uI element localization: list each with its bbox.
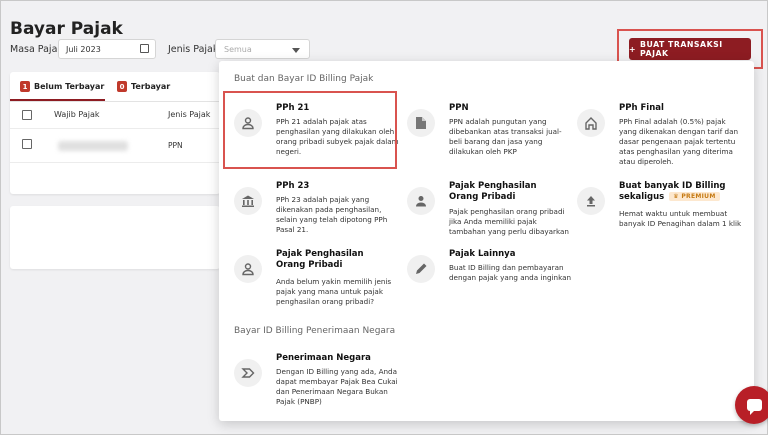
- redacted-taxpayer-name: [58, 141, 128, 151]
- option-title: Pajak Penghasilan Orang Pribadi: [276, 249, 364, 270]
- tab-terbayar[interactable]: 0 Terbayar: [117, 81, 170, 92]
- option-title: Penerimaan Negara: [276, 353, 371, 363]
- tab-label: Belum Terbayar: [34, 82, 105, 91]
- option-title: Pajak Penghasilan Orang Pribadi: [449, 181, 537, 202]
- option-title: Pajak Lainnya: [449, 249, 516, 259]
- tab-divider: [10, 101, 220, 102]
- jenis-pajak-placeholder: Semua: [224, 45, 252, 54]
- option-description: PPh Final adalah (0.5%) pajak yang diken…: [619, 117, 739, 166]
- chevron-down-icon: [292, 48, 300, 53]
- premium-badge: ♛ PREMIUM: [669, 191, 720, 202]
- column-header-wajib-pajak: Wajib Pajak: [54, 110, 100, 119]
- transactions-card: 1 Belum Terbayar 0 Terbayar Wajib Pajak …: [10, 72, 220, 194]
- create-transaction-label: BUAT TRANSAKSI PAJAK: [640, 40, 723, 58]
- create-transaction-button[interactable]: + BUAT TRANSAKSI PAJAK: [629, 38, 751, 60]
- pencil-icon: [407, 255, 435, 283]
- option-bulk-billing[interactable]: Buat banyak ID Billing sekaligus ♛ PREMIU…: [569, 179, 741, 239]
- jenis-pajak-label: Jenis Pajak: [168, 44, 219, 55]
- header-divider: [10, 128, 220, 129]
- option-pph-orang-pribadi-guide[interactable]: Pajak Penghasilan Orang Pribadi Anda bel…: [226, 247, 396, 313]
- option-title: Buat banyak ID Billing sekaligus ♛ PREMIU…: [619, 181, 737, 202]
- row-checkbox[interactable]: [22, 139, 32, 149]
- plus-icon: +: [629, 44, 637, 54]
- tab-label: Terbayar: [131, 82, 171, 91]
- option-title: PPh Final: [619, 103, 664, 113]
- option-pph-final[interactable]: PPh Final PPh Final adalah (0.5%) pajak …: [569, 101, 739, 181]
- section-title-penerimaan: Bayar ID Billing Penerimaan Negara: [234, 326, 396, 336]
- masa-pajak-date-input[interactable]: Juli 2023: [58, 39, 156, 59]
- option-description: Dengan ID Billing yang ada, Anda dapat m…: [276, 367, 398, 406]
- select-all-checkbox[interactable]: [22, 110, 32, 120]
- section-title-billing: Buat dan Bayar ID Billing Pajak: [234, 74, 374, 84]
- option-description: PPN adalah pungutan yang dibebankan atas…: [449, 117, 562, 156]
- masa-pajak-label: Masa Pajak: [10, 44, 63, 55]
- option-pajak-lainnya[interactable]: Pajak Lainnya Buat ID Billing dan pembay…: [399, 247, 571, 297]
- option-ppn[interactable]: PPN PPN adalah pungutan yang dibebankan …: [399, 101, 569, 167]
- pph21-highlight: [223, 91, 397, 169]
- option-title: PPh 23: [276, 181, 310, 191]
- option-title: PPN: [449, 103, 469, 113]
- column-header-jenis-pajak: Jenis Pajak: [168, 110, 211, 119]
- page-title: Bayar Pajak: [10, 19, 123, 39]
- premium-label: PREMIUM: [681, 192, 716, 200]
- upload-icon: [577, 187, 605, 215]
- row-jenis-pajak: PPN: [168, 141, 183, 150]
- chat-icon: [746, 399, 762, 415]
- option-description: Hemat waktu untuk membuat banyak ID Pena…: [619, 209, 742, 228]
- tab-count-badge: 1: [20, 81, 30, 92]
- person-icon: [234, 255, 262, 283]
- masa-pajak-value: Juli 2023: [66, 45, 101, 54]
- jenis-pajak-select[interactable]: Semua: [215, 39, 310, 59]
- home-icon: [577, 109, 605, 137]
- option-pph-orang-pribadi[interactable]: Pajak Penghasilan Orang Pribadi Pajak pe…: [399, 179, 569, 245]
- option-description: Pajak penghasilan orang pribadi jika And…: [449, 207, 569, 236]
- option-pph23[interactable]: PPh 23 PPh 23 adalah pajak yang dikenaka…: [226, 179, 396, 245]
- document-icon: [407, 109, 435, 137]
- calendar-icon[interactable]: [140, 44, 149, 53]
- tab-belum-terbayar[interactable]: 1 Belum Terbayar: [20, 81, 104, 92]
- person-icon: [407, 187, 435, 215]
- option-penerimaan-negara[interactable]: Penerimaan Negara Dengan ID Billing yang…: [226, 351, 398, 417]
- row-divider: [10, 162, 220, 163]
- chat-support-button[interactable]: [735, 386, 768, 424]
- bank-icon: [234, 187, 262, 215]
- chevron-tag-icon: [234, 359, 262, 387]
- option-description: Anda belum yakin memilih jenis pajak yan…: [276, 277, 392, 306]
- secondary-card: [10, 206, 220, 269]
- option-description: Buat ID Billing dan pembayaran dengan pa…: [449, 263, 572, 282]
- option-description: PPh 23 adalah pajak yang dikenakan pada …: [276, 195, 388, 234]
- tab-count-badge: 0: [117, 81, 127, 92]
